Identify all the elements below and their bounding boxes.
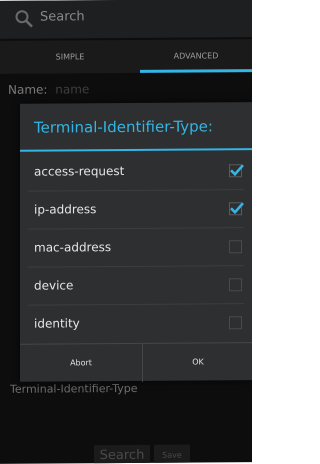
checkmark-icon: [230, 164, 244, 177]
checkbox-checked[interactable]: [229, 202, 244, 216]
option-row[interactable]: mac-address: [20, 228, 252, 268]
checkmark-icon: [230, 202, 244, 215]
active-tab-indicator: [140, 69, 252, 73]
option-row[interactable]: ip-address: [20, 190, 252, 230]
tab-bar: SIMPLE ADVANCED: [0, 39, 252, 74]
ok-button[interactable]: OK: [142, 343, 252, 382]
terminal-identifier-type-field[interactable]: Terminal-Identifier-Type: [10, 382, 138, 396]
search-label: Search: [40, 9, 85, 25]
option-label: device: [34, 278, 74, 293]
name-field[interactable]: Name: name: [8, 82, 89, 97]
checkbox-checked[interactable]: [229, 164, 244, 178]
tab-simple[interactable]: SIMPLE: [0, 40, 140, 74]
save-button[interactable]: Save: [154, 444, 190, 464]
search-button[interactable]: Search: [94, 444, 150, 464]
screen: Search SIMPLE ADVANCED Name: name Termin…: [0, 0, 252, 464]
option-label: identity: [34, 316, 80, 331]
multi-select-dialog: Terminal-Identifier-Type: access-request…: [20, 102, 252, 383]
name-input-placeholder[interactable]: name: [55, 82, 89, 96]
option-label: mac-address: [34, 240, 112, 255]
option-label: ip-address: [34, 202, 97, 217]
option-label: access-request: [34, 164, 125, 179]
abort-button[interactable]: Abort: [20, 344, 142, 383]
option-row[interactable]: identity: [20, 304, 252, 344]
dialog-title: Terminal-Identifier-Type:: [34, 117, 213, 137]
checkbox-unchecked[interactable]: [229, 278, 242, 292]
checkbox-unchecked[interactable]: [229, 316, 242, 330]
option-row[interactable]: access-request: [20, 152, 252, 192]
dialog-title-divider: [20, 148, 252, 152]
tab-advanced[interactable]: ADVANCED: [140, 39, 252, 73]
search-bar[interactable]: Search: [0, 0, 252, 39]
name-label: Name:: [8, 82, 48, 97]
option-row[interactable]: device: [20, 266, 252, 306]
search-icon[interactable]: [14, 9, 34, 29]
dialog-button-bar: Abort OK: [20, 342, 252, 383]
checkbox-unchecked[interactable]: [229, 240, 242, 254]
